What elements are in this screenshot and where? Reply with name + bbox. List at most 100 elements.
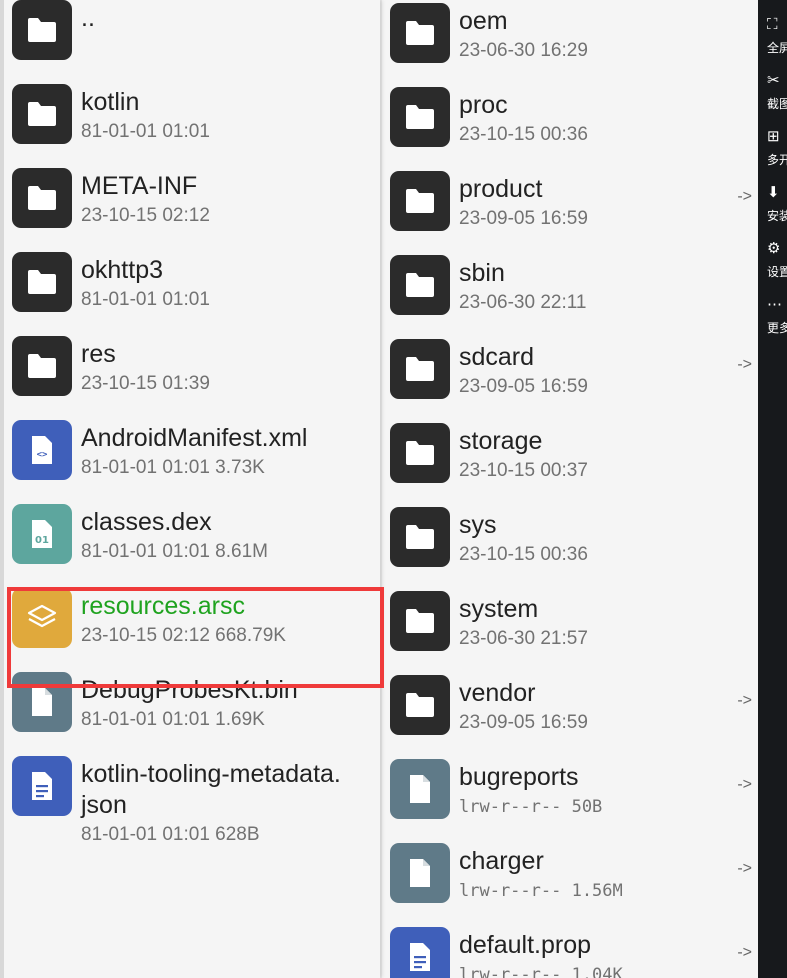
file-meta: 81-01-01 01:01	[81, 289, 210, 310]
file-meta: 81-01-01 01:01 8.61M	[81, 541, 268, 562]
toolbar-label: 设置	[767, 265, 787, 279]
file-icon	[12, 672, 72, 732]
folder-icon	[390, 171, 450, 231]
file-meta: 23-10-15 00:37	[459, 460, 588, 481]
root-item[interactable]: sys 23-10-15 00:36	[382, 495, 758, 579]
toolbar-scissors-button[interactable]: ✂ 截图	[758, 72, 787, 122]
file-name: oem	[459, 7, 508, 35]
file-name: kotlin	[81, 88, 140, 116]
root-item[interactable]: system 23-06-30 21:57	[382, 579, 758, 663]
file-name: vendor	[459, 679, 536, 707]
file-meta: 23-10-15 00:36	[459, 124, 588, 145]
archive-item[interactable]: META-INF 23-10-15 02:12	[4, 156, 380, 240]
settings-icon: ⚙	[767, 240, 781, 257]
file-meta: 23-09-05 16:59	[459, 712, 588, 733]
archive-item[interactable]: okhttp3 81-01-01 01:01	[4, 240, 380, 324]
root-item[interactable]: default.prop lrw-r--r-- 1.04K ->	[382, 915, 758, 978]
root-file-list[interactable]: oem 23-06-30 16:29 proc 23-10-15 00:36 produ…	[382, 0, 758, 978]
root-item[interactable]: bugreports lrw-r--r-- 50B ->	[382, 747, 758, 831]
folder-icon	[390, 591, 450, 651]
file-meta: 23-09-05 16:59	[459, 376, 588, 397]
file-name: sbin	[459, 259, 505, 287]
file-name: ..	[81, 4, 95, 32]
file-meta: 23-10-15 02:12 668.79K	[81, 625, 286, 646]
file-name: res	[81, 340, 116, 368]
toolbar-label: 更多	[767, 321, 787, 335]
toolbar-settings-button[interactable]: ⚙ 设置	[758, 240, 787, 290]
archive-item[interactable]: kotlin-tooling-metadata. json 81-01-01 01:…	[4, 744, 380, 845]
file-name: META-INF	[81, 172, 198, 200]
archive-item[interactable]: <> AndroidManifest.xml 81-01-01 01:01 3.73…	[4, 408, 380, 492]
emulator-side-toolbar: ⛶ 全屏 ✂ 截图 ⊞ 多开 ⬇ 安装 ⚙ 设置 ⋯ 更多	[758, 0, 787, 978]
root-item[interactable]: product 23-09-05 16:59 ->	[382, 159, 758, 243]
root-item[interactable]: sdcard 23-09-05 16:59 ->	[382, 327, 758, 411]
archive-item[interactable]: 01 classes.dex 81-01-01 01:01 8.61M	[4, 492, 380, 576]
text-file-icon	[390, 927, 450, 978]
archive-item[interactable]: res 23-10-15 01:39	[4, 324, 380, 408]
archive-item[interactable]: DebugProbesKt.bin 81-01-01 01:01 1.69K	[4, 660, 380, 744]
folder-icon	[390, 675, 450, 735]
symlink-arrow: ->	[737, 188, 752, 205]
root-item[interactable]: storage 23-10-15 00:37	[382, 411, 758, 495]
archive-item[interactable]: ..	[4, 0, 380, 72]
folder-icon	[390, 339, 450, 399]
file-name: charger	[459, 847, 544, 875]
file-meta: lrw-r--r-- 1.56M	[459, 881, 623, 901]
root-item[interactable]: oem 23-06-30 16:29	[382, 0, 758, 75]
toolbar-more-button[interactable]: ⋯ 更多	[758, 296, 787, 346]
archive-item[interactable]: kotlin 81-01-01 01:01	[4, 72, 380, 156]
toolbar-label: 截图	[767, 97, 787, 111]
multi-open-icon: ⊞	[767, 128, 780, 145]
file-meta: 23-10-15 00:36	[459, 544, 588, 565]
symlink-arrow: ->	[737, 860, 752, 877]
root-item[interactable]: vendor 23-09-05 16:59 ->	[382, 663, 758, 747]
toolbar-fullscreen-button[interactable]: ⛶ 全屏	[758, 16, 787, 66]
file-name: kotlin-tooling-metadata.	[81, 760, 341, 788]
file-name: okhttp3	[81, 256, 164, 284]
folder-icon	[12, 168, 72, 228]
folder-icon	[12, 252, 72, 312]
svg-text:01: 01	[35, 535, 49, 546]
file-meta: 23-10-15 01:39	[81, 373, 210, 394]
file-meta: 81-01-01 01:01	[81, 121, 210, 142]
apk-install-icon: ⬇	[767, 184, 780, 201]
root-item[interactable]: proc 23-10-15 00:36	[382, 75, 758, 159]
file-name: AndroidManifest.xml	[81, 424, 308, 452]
file-meta: 81-01-01 01:01 3.73K	[81, 457, 265, 478]
file-name: product	[459, 175, 543, 203]
symlink-arrow: ->	[737, 944, 752, 961]
folder-icon	[12, 84, 72, 144]
symlink-arrow: ->	[737, 356, 752, 373]
archive-item[interactable]: resources.arsc 23-10-15 02:12 668.79K	[4, 576, 380, 660]
file-meta: lrw-r--r-- 1.04K	[459, 965, 623, 978]
more-icon: ⋯	[767, 296, 782, 313]
root-item[interactable]: charger lrw-r--r-- 1.56M ->	[382, 831, 758, 915]
file-name: storage	[459, 427, 543, 455]
symlink-arrow: ->	[737, 776, 752, 793]
file-name: sdcard	[459, 343, 535, 371]
root-item[interactable]: sbin 23-06-30 22:11	[382, 243, 758, 327]
file-name: classes.dex	[81, 508, 212, 536]
file-name: bugreports	[459, 763, 579, 791]
folder-icon	[390, 87, 450, 147]
file-icon	[390, 759, 450, 819]
toolbar-apk-install-button[interactable]: ⬇ 安装	[758, 184, 787, 234]
toolbar-label: 全屏	[767, 41, 787, 55]
file-meta: 23-06-30 21:57	[459, 628, 588, 649]
layers-file-icon	[12, 588, 72, 648]
file-name: resources.arsc	[81, 592, 245, 620]
archive-file-list[interactable]: .. kotlin 81-01-01 01:01 META-INF 23-10-15 0…	[4, 0, 380, 978]
file-meta: 81-01-01 01:01 1.69K	[81, 709, 265, 730]
file-name: sys	[459, 511, 497, 539]
file-meta: lrw-r--r-- 50B	[459, 797, 603, 817]
file-name: DebugProbesKt.bin	[81, 676, 298, 704]
dex-file-icon: 01	[12, 504, 72, 564]
toolbar-multi-open-button[interactable]: ⊞ 多开	[758, 128, 787, 178]
text-file-icon	[12, 756, 72, 816]
folder-icon	[12, 0, 72, 60]
window-edge	[0, 0, 4, 978]
folder-icon	[390, 423, 450, 483]
folder-icon	[390, 507, 450, 567]
file-name: system	[459, 595, 539, 623]
symlink-arrow: ->	[737, 692, 752, 709]
